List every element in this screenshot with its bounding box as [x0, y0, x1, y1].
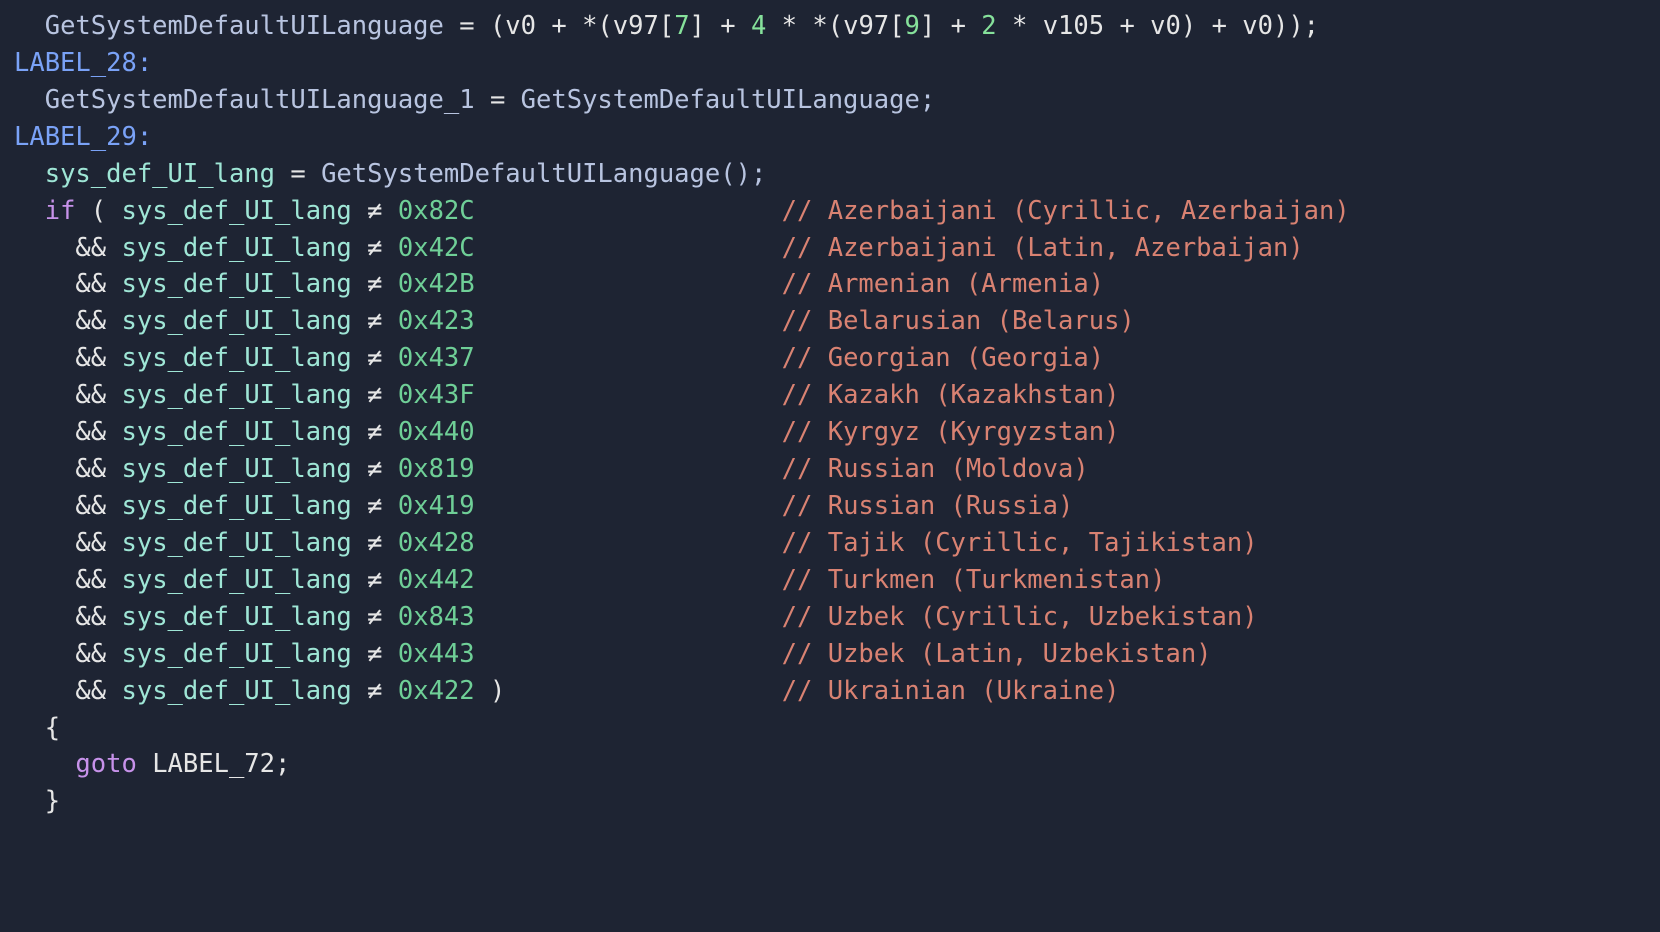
decompiled-code-block: GetSystemDefaultUILanguage = (v0 + *(v97… — [0, 0, 1660, 820]
